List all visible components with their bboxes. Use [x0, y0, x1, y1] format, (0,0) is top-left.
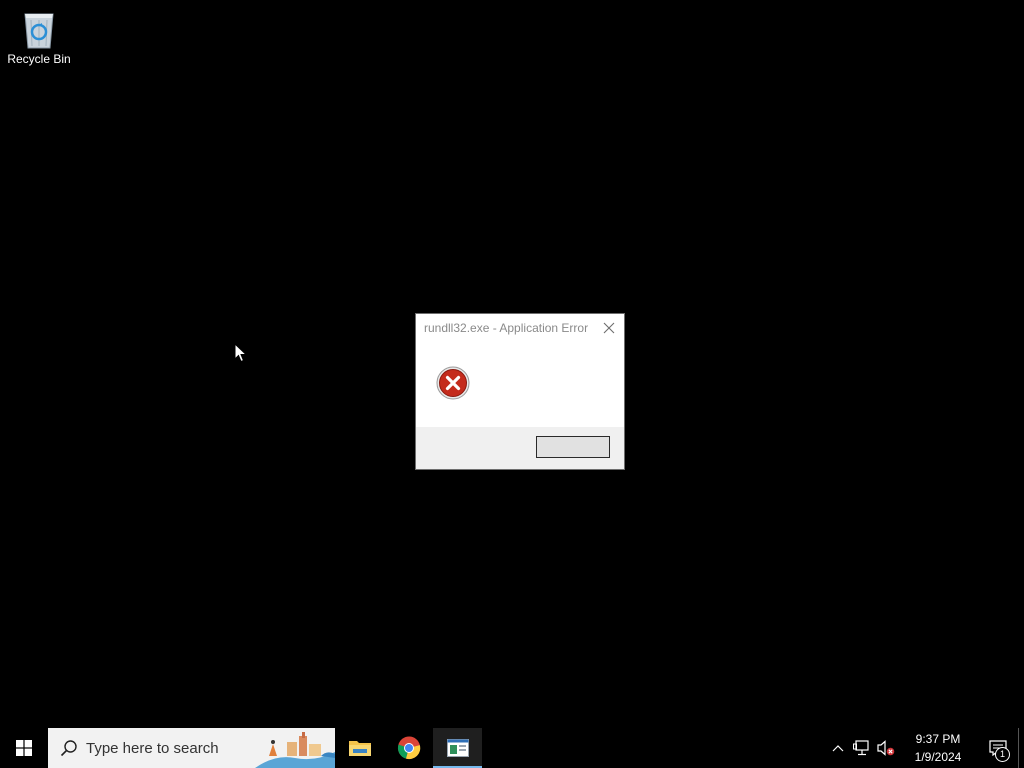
taskbar-active-app[interactable] — [433, 728, 482, 768]
chevron-up-icon — [832, 745, 844, 752]
taskbar-file-explorer[interactable] — [335, 728, 384, 768]
error-dialog: rundll32.exe - Application Error — [415, 313, 625, 470]
search-highlight-illustration — [255, 732, 335, 768]
windows-logo-icon — [16, 740, 32, 756]
network-icon — [853, 740, 869, 756]
show-hidden-icons-button[interactable] — [826, 728, 850, 768]
recycle-bin-label: Recycle Bin — [7, 52, 71, 66]
recycle-bin-shortcut[interactable]: Recycle Bin — [4, 6, 74, 76]
recycle-bin-icon — [24, 13, 54, 49]
start-button[interactable] — [0, 728, 48, 768]
close-icon — [603, 322, 615, 334]
search-icon — [60, 739, 78, 757]
network-button[interactable] — [850, 728, 874, 768]
folder-icon — [348, 741, 371, 756]
chrome-icon — [397, 736, 420, 760]
notification-count-badge: 1 — [995, 747, 1010, 762]
close-button[interactable] — [594, 314, 624, 342]
clock-time: 9:37 PM — [915, 732, 961, 746]
system-tray: 9:37 PM 1/9/2024 1 — [826, 728, 1024, 768]
show-desktop-button[interactable] — [1018, 728, 1024, 768]
dialog-footer — [416, 427, 624, 469]
taskbar-clock[interactable]: 9:37 PM 1/9/2024 — [898, 730, 978, 766]
dialog-title: rundll32.exe - Application Error — [424, 321, 589, 335]
error-icon — [436, 366, 470, 405]
ok-button[interactable] — [536, 436, 610, 458]
desktop: Recycle Bin rundll32.exe - Application E… — [0, 0, 1024, 728]
volume-button[interactable] — [874, 728, 898, 768]
volume-muted-icon — [877, 740, 895, 756]
dialog-titlebar[interactable]: rundll32.exe - Application Error — [416, 314, 624, 342]
clock-date: 1/9/2024 — [914, 750, 962, 764]
taskbar: Type here to search 9:37 PM 1/9/2024 1 — [0, 728, 1024, 768]
mouse-cursor — [234, 342, 248, 368]
window-app-icon — [446, 739, 469, 757]
taskbar-search-box[interactable]: Type here to search — [48, 728, 335, 768]
action-center-button[interactable]: 1 — [978, 728, 1018, 768]
taskbar-chrome[interactable] — [384, 728, 433, 768]
search-placeholder: Type here to search — [86, 739, 219, 757]
